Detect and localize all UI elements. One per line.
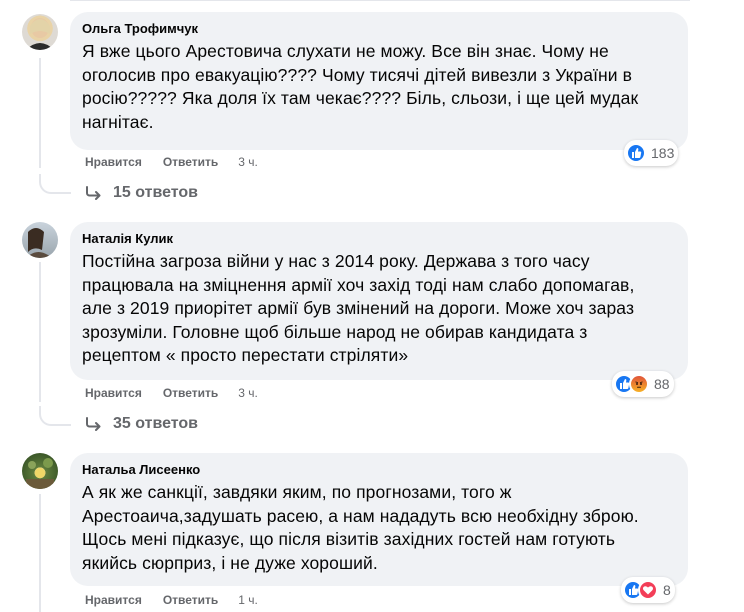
avatar-photo [26, 458, 54, 489]
avatar[interactable] [22, 222, 58, 258]
reaction-count: 88 [654, 376, 670, 392]
reply-button[interactable]: Ответить [163, 155, 218, 169]
reaction-summary[interactable]: 8 [621, 577, 675, 603]
comment-text: Я вже цього Арестовича слухати не можу. … [82, 41, 639, 132]
angry-face-icon [629, 374, 649, 394]
reply-button[interactable]: Ответить [163, 386, 218, 400]
thread-line [39, 58, 41, 168]
comment-actions: Нравится Ответить 3 ч. [85, 155, 258, 169]
top-divider [70, 0, 690, 10]
reaction-summary[interactable]: 183 [624, 140, 679, 166]
replies-count-label: 35 ответов [113, 415, 198, 432]
comment-text: Постійна загроза війни у нас з 2014 року… [82, 251, 635, 365]
comment-bubble: Наталія Кулик Постійна загроза війни у н… [70, 222, 688, 380]
reply-button[interactable]: Ответить [163, 593, 218, 607]
comment-time[interactable]: 3 ч. [238, 386, 258, 400]
thread-line [39, 494, 41, 612]
reaction-count: 8 [663, 582, 671, 598]
avatar[interactable] [22, 14, 58, 50]
thread-curve [39, 406, 71, 426]
avatar[interactable] [22, 453, 58, 489]
comment-actions: Нравится Ответить 1 ч. [85, 593, 258, 607]
like-button[interactable]: Нравится [85, 386, 142, 400]
avatar-photo [26, 228, 52, 258]
comment-actions: Нравится Ответить 3 ч. [85, 386, 258, 400]
reaction-count: 183 [651, 145, 675, 161]
comment-bubble: Натальа Лисеенко А як же санкції, завдяк… [70, 453, 688, 586]
like-button[interactable]: Нравится [85, 593, 142, 607]
comment-author[interactable]: Натальа Лисеенко [82, 461, 676, 478]
reply-arrow-icon [86, 417, 101, 431]
thread-line [39, 262, 41, 402]
comment-time[interactable]: 1 ч. [238, 593, 258, 607]
avatar-photo [26, 18, 54, 50]
view-replies-button[interactable]: 35 ответов [85, 415, 198, 433]
view-replies-button[interactable]: 15 ответов [85, 184, 198, 202]
heart-icon [638, 580, 658, 600]
comment-author[interactable]: Ольга Трофимчук [82, 20, 676, 37]
comment-time[interactable]: 3 ч. [238, 155, 258, 169]
reply-arrow-icon [86, 186, 101, 200]
comment-text: А як же санкції, завдяки яким, по прогно… [82, 482, 639, 573]
like-button[interactable]: Нравится [85, 155, 142, 169]
reaction-summary[interactable]: 88 [612, 371, 674, 397]
thread-curve [39, 174, 71, 194]
comment-bubble: Ольга Трофимчук Я вже цього Арестовича с… [70, 12, 688, 150]
comment-author[interactable]: Наталія Кулик [82, 230, 676, 247]
replies-count-label: 15 ответов [113, 184, 198, 201]
thumbs-up-icon [626, 143, 646, 163]
